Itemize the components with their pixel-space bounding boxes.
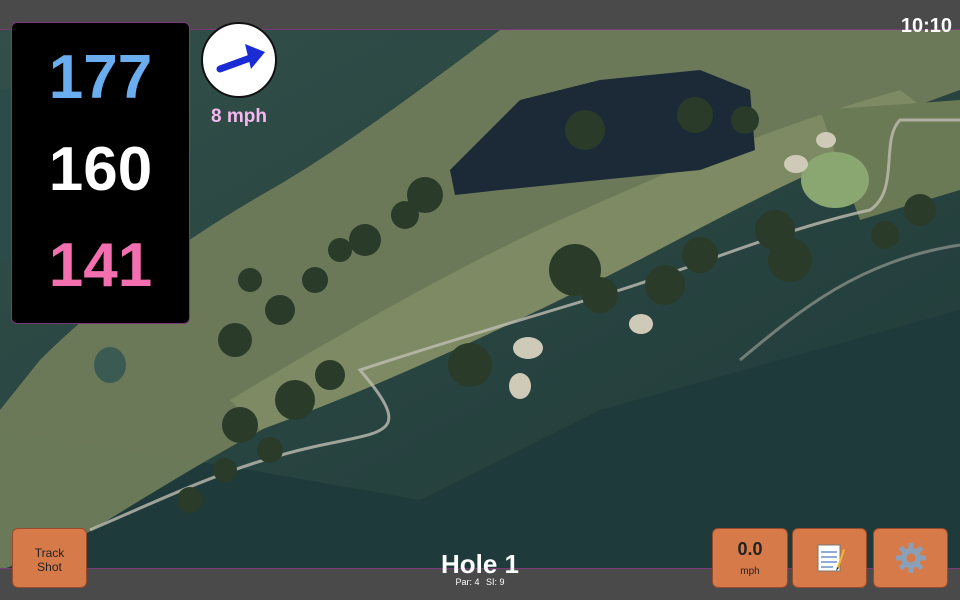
settings-button[interactable]: [873, 528, 948, 588]
par-label: Par: 4: [455, 577, 480, 587]
hole-title: Hole 1: [440, 549, 520, 579]
speed-value: 0.0: [737, 539, 763, 559]
speed-button[interactable]: 0.0 mph: [712, 528, 788, 588]
speed-unit: mph: [740, 566, 760, 577]
notes-button[interactable]: [792, 528, 867, 588]
wind-speed: 8 mph: [211, 106, 267, 127]
back-distance: 177: [48, 43, 153, 112]
wind-direction-arrow-icon: [216, 44, 265, 73]
wind-indicator: [201, 22, 277, 98]
distance-panel: 177 160 141: [11, 22, 190, 324]
front-distance: 141: [48, 231, 153, 300]
track-shot-label-line1: Track: [34, 546, 65, 560]
gear-icon: [895, 543, 926, 573]
notepad-icon: [817, 544, 845, 572]
hole-details: Par: 4 SI: 9: [380, 577, 580, 587]
track-shot-label-line2: Shot: [37, 560, 62, 574]
clock: 10:10: [900, 15, 952, 37]
middle-distance: 160: [48, 135, 153, 204]
stroke-index-label: SI: 9: [486, 577, 505, 587]
track-shot-button[interactable]: Track Shot: [12, 528, 87, 588]
